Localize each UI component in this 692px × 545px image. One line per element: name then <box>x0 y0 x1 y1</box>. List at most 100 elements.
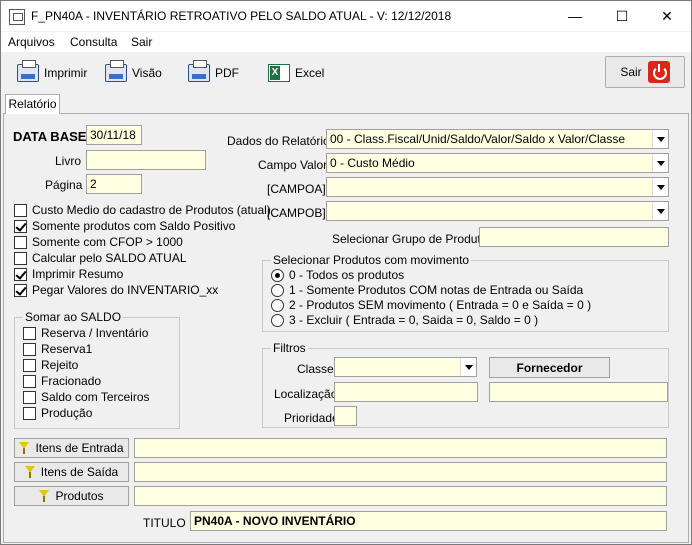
checkbox-somar-5[interactable] <box>23 406 36 420</box>
livro-label: Livro <box>55 154 82 168</box>
itens-entrada-input[interactable] <box>134 438 667 458</box>
data-base-input[interactable]: 30/11/18 <box>86 125 142 145</box>
produtos-input[interactable] <box>134 486 667 506</box>
pagina-input[interactable]: 2 <box>86 174 142 194</box>
funnel-icon <box>24 466 35 478</box>
checkbox-somar-3[interactable] <box>23 374 36 388</box>
itens-entrada-label: Itens de Entrada <box>35 441 124 455</box>
checkbox-5[interactable] <box>14 283 27 297</box>
somar-saldo-terceiros[interactable]: Saldo com Terceiros <box>23 390 150 404</box>
livro-input[interactable] <box>86 150 206 170</box>
somar-label: Fracionado <box>41 374 102 388</box>
chevron-down-icon[interactable] <box>652 202 668 220</box>
itens-entrada-button[interactable]: Itens de Entrada <box>14 438 129 458</box>
localizacao-input[interactable] <box>334 382 478 402</box>
preview-label: Visão <box>132 66 162 80</box>
produtos-label: Produtos <box>55 489 104 503</box>
option-pegar-valores[interactable]: Pegar Valores do INVENTARIO_xx <box>14 283 218 297</box>
somar-fracionado[interactable]: Fracionado <box>23 374 101 388</box>
campoa-label: [CAMPOA] <box>267 182 326 196</box>
chevron-down-icon[interactable] <box>652 178 668 196</box>
itens-saida-button[interactable]: Itens de Saída <box>14 462 129 482</box>
checkbox-somar-2[interactable] <box>23 358 36 372</box>
radio-0[interactable] <box>271 268 284 282</box>
maximize-button[interactable]: ☐ <box>599 1 645 31</box>
movimento-option-1[interactable]: 1 - Somente Produtos COM notas de Entrad… <box>271 283 583 297</box>
option-imprimir-resumo[interactable]: Imprimir Resumo <box>14 267 123 281</box>
radio-1[interactable] <box>271 283 284 297</box>
classe-select[interactable] <box>334 357 477 377</box>
somar-reserva-inventario[interactable]: Reserva / Inventário <box>23 326 148 340</box>
printer-preview-icon <box>105 60 127 82</box>
checkbox-3[interactable] <box>14 251 27 265</box>
option-saldo-positivo[interactable]: Somente produtos com Saldo Positivo <box>14 219 235 233</box>
checkbox-somar-1[interactable] <box>23 342 36 356</box>
printer-icon <box>17 60 39 82</box>
pdf-label: PDF <box>215 66 239 80</box>
campo-valor-select[interactable]: 0 - Custo Médio <box>326 153 669 173</box>
option-label: Imprimir Resumo <box>32 267 124 281</box>
localizacao-label: Localização <box>274 387 338 401</box>
checkbox-somar-4[interactable] <box>23 390 36 404</box>
option-saldo-atual[interactable]: Calcular pelo SALDO ATUAL <box>14 251 187 265</box>
menu-arquivos[interactable]: Arquivos <box>8 35 55 49</box>
somar-saldo-title: Somar ao SALDO <box>23 310 124 324</box>
menu-consulta[interactable]: Consulta <box>70 35 117 49</box>
dados-relatorio-select[interactable]: 00 - Class.Fiscal/Unid/Saldo/Valor/Saldo… <box>326 129 669 149</box>
option-label: Custo Medio do cadastro de Produtos (atu… <box>32 203 271 217</box>
option-label: Calcular pelo SALDO ATUAL <box>32 251 187 265</box>
chevron-down-icon[interactable] <box>652 130 668 148</box>
produtos-button[interactable]: Produtos <box>14 486 129 506</box>
checkbox-4[interactable] <box>14 267 27 281</box>
grupo-produtos-input[interactable] <box>479 227 669 247</box>
excel-button[interactable]: Excel <box>268 60 324 86</box>
fornecedor-input[interactable] <box>489 382 668 402</box>
exit-button[interactable]: Sair <box>605 56 685 88</box>
movimento-option-3[interactable]: 3 - Excluir ( Entrada = 0, Saida = 0, Sa… <box>271 313 538 327</box>
close-button[interactable]: ✕ <box>644 1 690 31</box>
menu-sair[interactable]: Sair <box>131 35 152 49</box>
pagina-label: Página <box>45 178 83 192</box>
campob-select[interactable] <box>326 201 669 221</box>
campoa-select[interactable] <box>326 177 669 197</box>
tab-relatorio[interactable]: Relatório <box>5 94 60 114</box>
checkbox-2[interactable] <box>14 235 27 249</box>
checkbox-0[interactable] <box>14 203 27 217</box>
app-icon <box>9 9 25 25</box>
titulo-input[interactable]: PN40A - NOVO INVENTÁRIO <box>190 511 667 531</box>
itens-saida-input[interactable] <box>134 462 667 482</box>
somar-label: Reserva1 <box>41 342 93 356</box>
checkbox-1[interactable] <box>14 219 27 233</box>
movimento-option-2[interactable]: 2 - Produtos SEM movimento ( Entrada = 0… <box>271 298 591 312</box>
movimento-option-0[interactable]: 0 - Todos os produtos <box>271 268 404 282</box>
radio-2[interactable] <box>271 298 284 312</box>
somar-rejeito[interactable]: Rejeito <box>23 358 78 372</box>
option-cfop[interactable]: Somente com CFOP > 1000 <box>14 235 183 249</box>
option-label: Somente com CFOP > 1000 <box>32 235 183 249</box>
pdf-button[interactable]: PDF <box>188 60 239 86</box>
option-custo-medio[interactable]: Custo Medio do cadastro de Produtos (atu… <box>14 203 271 217</box>
print-button[interactable]: Imprimir <box>17 60 87 86</box>
movimento-label: 2 - Produtos SEM movimento ( Entrada = 0… <box>289 298 592 312</box>
radio-3[interactable] <box>271 313 284 327</box>
prioridade-input[interactable] <box>334 406 357 426</box>
somar-reserva1[interactable]: Reserva1 <box>23 342 92 356</box>
campo-valor-label: Campo Valor <box>258 158 328 172</box>
movimento-label: 3 - Excluir ( Entrada = 0, Saida = 0, Sa… <box>289 313 539 327</box>
somar-producao[interactable]: Produção <box>23 406 92 420</box>
excel-label: Excel <box>295 66 325 80</box>
option-label: Pegar Valores do INVENTARIO_xx <box>32 283 219 297</box>
fornecedor-button[interactable]: Fornecedor <box>489 357 610 378</box>
preview-button[interactable]: Visão <box>105 60 162 86</box>
campo-valor-value: 0 - Custo Médio <box>330 156 415 170</box>
funnel-icon <box>19 442 30 454</box>
funnel-icon <box>39 490 50 502</box>
chevron-down-icon[interactable] <box>460 358 476 376</box>
window-title: F_PN40A - INVENTÁRIO RETROATIVO PELO SAL… <box>31 9 452 23</box>
checkbox-somar-0[interactable] <box>23 326 36 340</box>
movimento-label: 1 - Somente Produtos COM notas de Entrad… <box>289 283 584 297</box>
data-base-label: DATA BASE <box>13 129 87 144</box>
minimize-button[interactable]: — <box>552 1 598 31</box>
chevron-down-icon[interactable] <box>652 154 668 172</box>
movimento-label: 0 - Todos os produtos <box>289 268 405 282</box>
